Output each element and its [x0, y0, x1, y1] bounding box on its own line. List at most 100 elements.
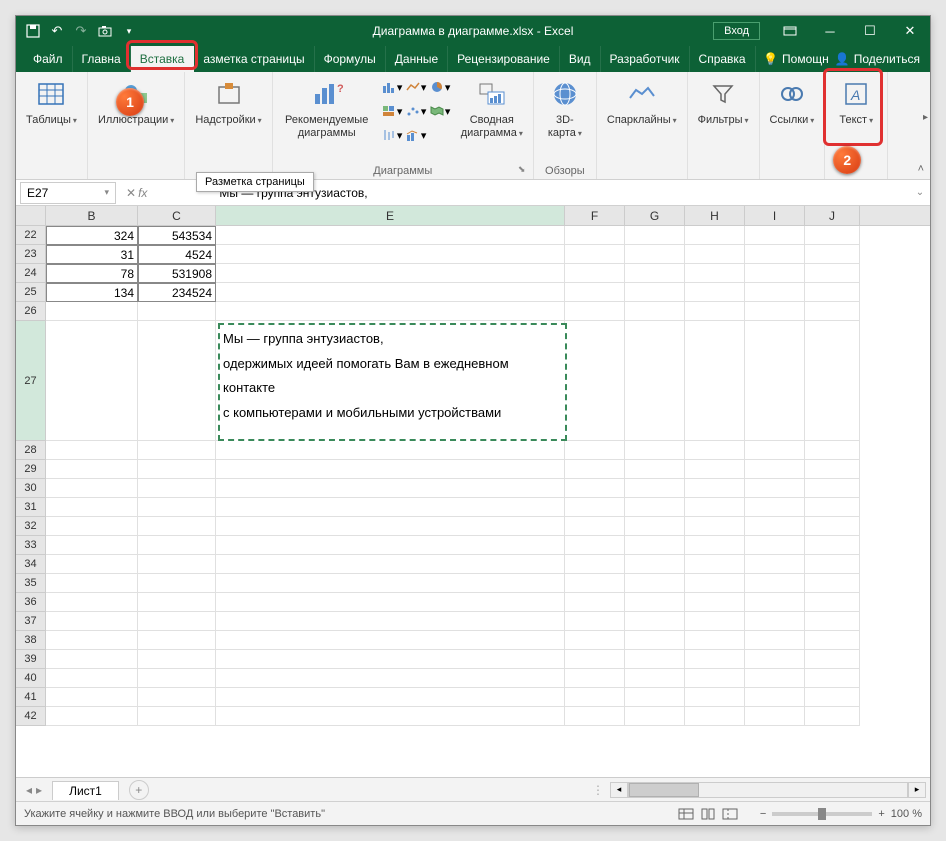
cell-G29[interactable]: [625, 460, 685, 479]
cell-C26[interactable]: [138, 302, 216, 321]
pagebreak-view-icon[interactable]: [722, 808, 738, 820]
cell-B35[interactable]: [46, 574, 138, 593]
cell-C28[interactable]: [138, 441, 216, 460]
cell-B25[interactable]: 134: [46, 283, 138, 302]
line-chart-icon[interactable]: ▾: [405, 76, 427, 98]
cell-G35[interactable]: [625, 574, 685, 593]
cell-H42[interactable]: [685, 707, 745, 726]
cell-C27[interactable]: [138, 321, 216, 441]
cell-B34[interactable]: [46, 555, 138, 574]
cell-C34[interactable]: [138, 555, 216, 574]
combo-chart-icon[interactable]: ▾: [405, 124, 427, 146]
cell-E33[interactable]: [216, 536, 565, 555]
cell-F31[interactable]: [565, 498, 625, 517]
cell-B40[interactable]: [46, 669, 138, 688]
zoom-slider[interactable]: [772, 812, 872, 816]
cell-I39[interactable]: [745, 650, 805, 669]
cell-F40[interactable]: [565, 669, 625, 688]
cell-B42[interactable]: [46, 707, 138, 726]
col-header-B[interactable]: B: [46, 206, 138, 225]
qat-dropdown-icon[interactable]: ▾: [120, 22, 138, 40]
pagelayout-view-icon[interactable]: [700, 808, 716, 820]
cell-C24[interactable]: 531908: [138, 264, 216, 283]
pivot-chart-button[interactable]: Сводная диаграмма: [457, 76, 527, 142]
cell-I42[interactable]: [745, 707, 805, 726]
cell-J32[interactable]: [805, 517, 860, 536]
cell-F37[interactable]: [565, 612, 625, 631]
row-header-28[interactable]: 28: [16, 441, 46, 460]
cell-G39[interactable]: [625, 650, 685, 669]
row-header-27[interactable]: 27: [16, 321, 46, 441]
save-icon[interactable]: [24, 22, 42, 40]
cell-H40[interactable]: [685, 669, 745, 688]
cell-F26[interactable]: [565, 302, 625, 321]
cell-G30[interactable]: [625, 479, 685, 498]
cell-J22[interactable]: [805, 226, 860, 245]
cell-F34[interactable]: [565, 555, 625, 574]
cell-J38[interactable]: [805, 631, 860, 650]
cell-C31[interactable]: [138, 498, 216, 517]
cell-C30[interactable]: [138, 479, 216, 498]
cell-I22[interactable]: [745, 226, 805, 245]
cell-F36[interactable]: [565, 593, 625, 612]
cell-C33[interactable]: [138, 536, 216, 555]
cell-E32[interactable]: [216, 517, 565, 536]
cell-I24[interactable]: [745, 264, 805, 283]
cell-C29[interactable]: [138, 460, 216, 479]
camera-icon[interactable]: [96, 22, 114, 40]
cell-H37[interactable]: [685, 612, 745, 631]
tab-view[interactable]: Вид: [560, 46, 601, 72]
cell-I38[interactable]: [745, 631, 805, 650]
row-header-25[interactable]: 25: [16, 283, 46, 302]
cell-E34[interactable]: [216, 555, 565, 574]
tab-pagelayout[interactable]: азметка страницы: [194, 46, 314, 72]
cell-J36[interactable]: [805, 593, 860, 612]
cell-J26[interactable]: [805, 302, 860, 321]
hscroll-track[interactable]: [628, 782, 908, 798]
3dmap-button[interactable]: 3D- карта: [540, 76, 590, 142]
cell-E35[interactable]: [216, 574, 565, 593]
cell-E23[interactable]: [216, 245, 565, 264]
cell-G34[interactable]: [625, 555, 685, 574]
cell-H38[interactable]: [685, 631, 745, 650]
cell-J33[interactable]: [805, 536, 860, 555]
cell-B23[interactable]: 31: [46, 245, 138, 264]
cell-H34[interactable]: [685, 555, 745, 574]
row-header-40[interactable]: 40: [16, 669, 46, 688]
cell-E26[interactable]: [216, 302, 565, 321]
row-header-31[interactable]: 31: [16, 498, 46, 517]
cell-H26[interactable]: [685, 302, 745, 321]
row-header-23[interactable]: 23: [16, 245, 46, 264]
tab-insert[interactable]: Вставка: [131, 46, 195, 72]
cell-G28[interactable]: [625, 441, 685, 460]
cell-B22[interactable]: 324: [46, 226, 138, 245]
cell-F22[interactable]: [565, 226, 625, 245]
zoom-out-icon[interactable]: −: [760, 808, 766, 820]
zoom-in-icon[interactable]: +: [878, 808, 884, 820]
cell-G37[interactable]: [625, 612, 685, 631]
map-chart-icon[interactable]: ▾: [429, 100, 451, 122]
cell-F42[interactable]: [565, 707, 625, 726]
cell-C22[interactable]: 543534: [138, 226, 216, 245]
cell-C35[interactable]: [138, 574, 216, 593]
maximize-icon[interactable]: ☐: [850, 16, 890, 46]
cell-C37[interactable]: [138, 612, 216, 631]
cell-C39[interactable]: [138, 650, 216, 669]
row-header-26[interactable]: 26: [16, 302, 46, 321]
cell-H33[interactable]: [685, 536, 745, 555]
cell-C36[interactable]: [138, 593, 216, 612]
tab-help[interactable]: Справка: [690, 46, 756, 72]
fx-icon[interactable]: fx: [138, 186, 147, 200]
cell-B26[interactable]: [46, 302, 138, 321]
cell-H28[interactable]: [685, 441, 745, 460]
scatter-chart-icon[interactable]: ▾: [405, 100, 427, 122]
cell-E31[interactable]: [216, 498, 565, 517]
cell-J27[interactable]: [805, 321, 860, 441]
cell-I31[interactable]: [745, 498, 805, 517]
cell-G32[interactable]: [625, 517, 685, 536]
row-header-22[interactable]: 22: [16, 226, 46, 245]
filters-button[interactable]: Фильтры: [694, 76, 753, 129]
cell-I30[interactable]: [745, 479, 805, 498]
cell-E42[interactable]: [216, 707, 565, 726]
ribbon-scroll-right-icon[interactable]: ▸: [923, 112, 928, 123]
